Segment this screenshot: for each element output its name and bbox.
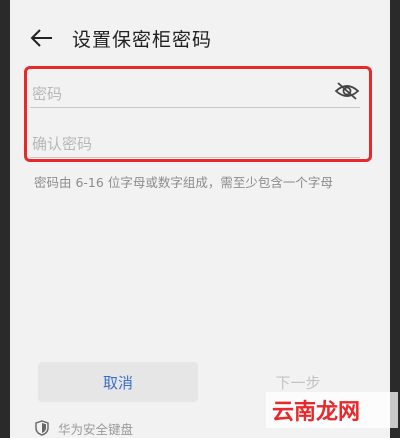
page-title: 设置保密柜密码 xyxy=(72,29,213,51)
password-input[interactable] xyxy=(30,78,332,110)
back-button[interactable] xyxy=(28,24,56,52)
watermark: 云南龙网 xyxy=(272,400,361,425)
confirm-underline xyxy=(30,157,360,158)
header: 设置保密柜密码 xyxy=(10,14,390,64)
confirm-field-container xyxy=(30,128,362,162)
secure-keyboard-label: 华为安全键盘 xyxy=(58,421,134,437)
arrow-left-icon xyxy=(30,29,52,47)
password-underline xyxy=(30,107,360,108)
confirm-password-input[interactable] xyxy=(30,128,332,160)
password-field-container xyxy=(30,78,362,112)
password-hint: 密码由 6-16 位字母或数字组成，需至少包含一个字母 xyxy=(34,175,333,190)
toggle-visibility-button[interactable] xyxy=(334,80,360,102)
shield-icon xyxy=(35,420,49,436)
cancel-button[interactable]: 取消 xyxy=(38,362,198,402)
secure-keyboard-bar[interactable]: 华为安全键盘 xyxy=(34,418,133,438)
eye-off-icon xyxy=(334,82,360,100)
screen: 设置保密柜密码 密码由 6-16 位字母或数字组成，需至少包含一个字母 取消 下… xyxy=(10,0,398,438)
